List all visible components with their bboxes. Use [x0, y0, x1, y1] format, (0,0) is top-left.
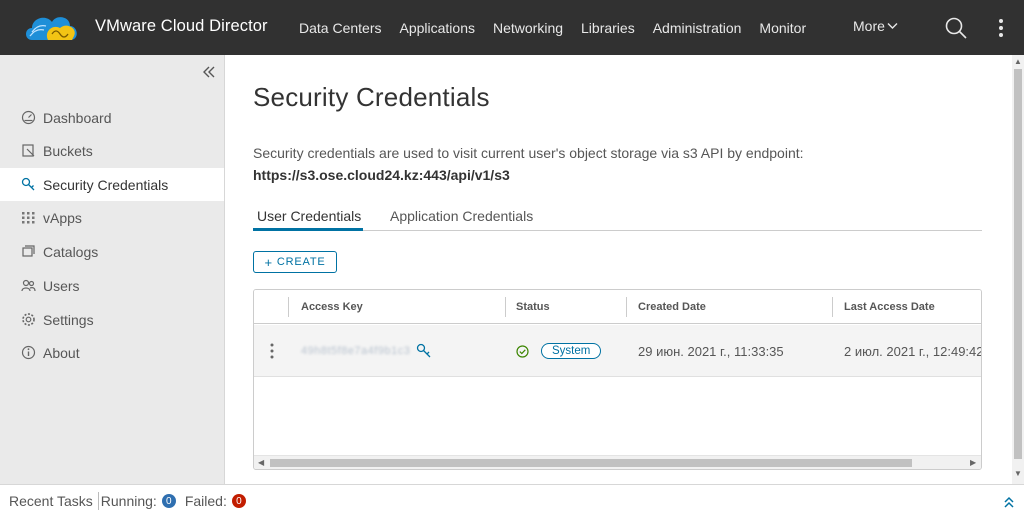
nav-more-menu[interactable]: More — [853, 18, 898, 34]
tab-user-credentials[interactable]: User Credentials — [257, 208, 361, 224]
nav-networking[interactable]: Networking — [484, 20, 572, 36]
sidebar-item-buckets[interactable]: Buckets — [0, 134, 224, 167]
sidebar-item-catalogs[interactable]: Catalogs — [0, 235, 224, 268]
access-key-value: 49h8t5f8e7a4f9b1c3 — [301, 345, 411, 357]
divider — [97, 492, 99, 510]
bucket-icon — [22, 144, 35, 157]
sidebar-item-label: Security Credentials — [43, 176, 169, 193]
failed-label: Failed: — [184, 493, 227, 509]
recent-tasks-bar: Recent Tasks Running: 0 Failed: 0 — [0, 484, 1024, 517]
tab-application-credentials[interactable]: Application Credentials — [390, 208, 533, 224]
scrollbar-thumb[interactable] — [1014, 69, 1022, 459]
credentials-tabs: User Credentials Application Credentials — [253, 205, 982, 231]
nav-applications[interactable]: Applications — [390, 20, 484, 36]
column-separator[interactable] — [505, 297, 506, 317]
main-content: Security Credentials Security credential… — [225, 55, 1012, 484]
create-button[interactable]: + CREATE — [253, 251, 337, 273]
key-icon[interactable] — [416, 343, 432, 359]
running-count-badge: 0 — [161, 494, 176, 508]
page-description: Security credentials are used to visit c… — [253, 145, 804, 161]
nav-monitor[interactable]: Monitor — [750, 20, 815, 36]
users-icon — [21, 279, 36, 292]
column-separator[interactable] — [626, 297, 627, 317]
failed-tasks[interactable]: Failed: 0 — [185, 493, 246, 509]
column-header-status[interactable]: Status — [516, 290, 550, 324]
scroll-left-icon[interactable]: ◀ — [258, 458, 264, 467]
horizontal-scrollbar[interactable]: ◀ ▶ — [254, 455, 981, 469]
key-icon — [21, 177, 35, 191]
endpoint-url: https://s3.ose.cloud24.kz:443/api/v1/s3 — [253, 167, 510, 183]
nav-administration[interactable]: Administration — [644, 20, 751, 36]
nav-more-label: More — [853, 18, 885, 34]
column-header-last-access-date[interactable]: Last Access Date — [844, 290, 935, 324]
status-cell: System — [516, 325, 602, 377]
page-title: Security Credentials — [253, 82, 490, 112]
credentials-grid: Access Key Status Created Date Last Acce… — [253, 289, 982, 470]
table-row[interactable]: 49h8t5f8e7a4f9b1c3 System 29 июн. 2021 г… — [254, 325, 981, 377]
sidebar: Dashboard Buckets Security Credentials v… — [0, 55, 225, 484]
gear-icon — [22, 313, 35, 326]
sidebar-item-users[interactable]: Users — [0, 269, 224, 302]
vertical-scrollbar[interactable]: ▲ ▼ — [1012, 55, 1024, 484]
plus-icon: + — [264, 254, 273, 270]
scroll-right-icon[interactable]: ▶ — [970, 458, 976, 467]
grid-header: Access Key Status Created Date Last Acce… — [254, 290, 981, 324]
created-date-cell: 29 июн. 2021 г., 11:33:35 — [638, 343, 784, 359]
vapps-icon — [22, 212, 35, 224]
catalog-icon — [22, 245, 35, 257]
scrollbar-thumb[interactable] — [270, 459, 912, 467]
sidebar-item-label: Buckets — [43, 142, 93, 159]
sidebar-item-label: About — [43, 344, 80, 361]
scroll-up-icon[interactable]: ▲ — [1014, 57, 1022, 66]
double-chevron-left-icon[interactable] — [200, 63, 218, 81]
running-label: Running: — [100, 493, 157, 509]
column-header-access-key[interactable]: Access Key — [301, 290, 363, 324]
app-title[interactable]: VMware Cloud Director — [95, 17, 268, 36]
running-tasks[interactable]: Running: 0 — [101, 493, 176, 509]
top-header: VMware Cloud Director Data Centers Appli… — [0, 0, 1024, 55]
column-separator — [288, 297, 289, 317]
sidebar-item-label: Dashboard — [43, 109, 112, 126]
check-circle-icon — [516, 344, 529, 358]
kebab-icon[interactable] — [996, 17, 1006, 39]
status-badge: System — [541, 343, 602, 359]
column-separator[interactable] — [832, 297, 833, 317]
chevron-down-icon — [887, 23, 898, 29]
row-actions-kebab-icon[interactable] — [267, 341, 277, 361]
scroll-down-icon[interactable]: ▼ — [1014, 469, 1022, 478]
main-nav: Data Centers Applications Networking Lib… — [290, 0, 815, 55]
column-header-created-date[interactable]: Created Date — [638, 290, 706, 324]
sidebar-item-label: Settings — [43, 311, 94, 328]
double-chevron-up-icon[interactable] — [1002, 495, 1016, 509]
sidebar-item-label: Users — [43, 277, 80, 294]
dashboard-icon — [21, 110, 36, 125]
sidebar-item-label: Catalogs — [43, 243, 99, 260]
sidebar-item-dashboard[interactable]: Dashboard — [0, 101, 224, 134]
sidebar-item-about[interactable]: About — [0, 336, 224, 369]
failed-count-badge: 0 — [231, 494, 246, 508]
access-key-cell: 49h8t5f8e7a4f9b1c3 — [301, 325, 432, 377]
sidebar-item-security-credentials[interactable]: Security Credentials — [0, 168, 224, 201]
nav-libraries[interactable]: Libraries — [572, 20, 644, 36]
search-icon[interactable] — [944, 16, 968, 40]
last-access-date-cell: 2 июл. 2021 г., 12:49:42 — [844, 343, 982, 359]
sidebar-item-settings[interactable]: Settings — [0, 303, 224, 336]
info-icon — [21, 345, 36, 360]
active-tab-indicator — [253, 228, 363, 231]
recent-tasks-label[interactable]: Recent Tasks — [9, 493, 93, 509]
nav-data-centers[interactable]: Data Centers — [290, 20, 390, 36]
cloud-logo-icon[interactable] — [22, 10, 82, 46]
sidebar-item-label: vApps — [43, 209, 82, 226]
sidebar-item-vapps[interactable]: vApps — [0, 201, 224, 234]
create-button-label: CREATE — [276, 256, 326, 268]
